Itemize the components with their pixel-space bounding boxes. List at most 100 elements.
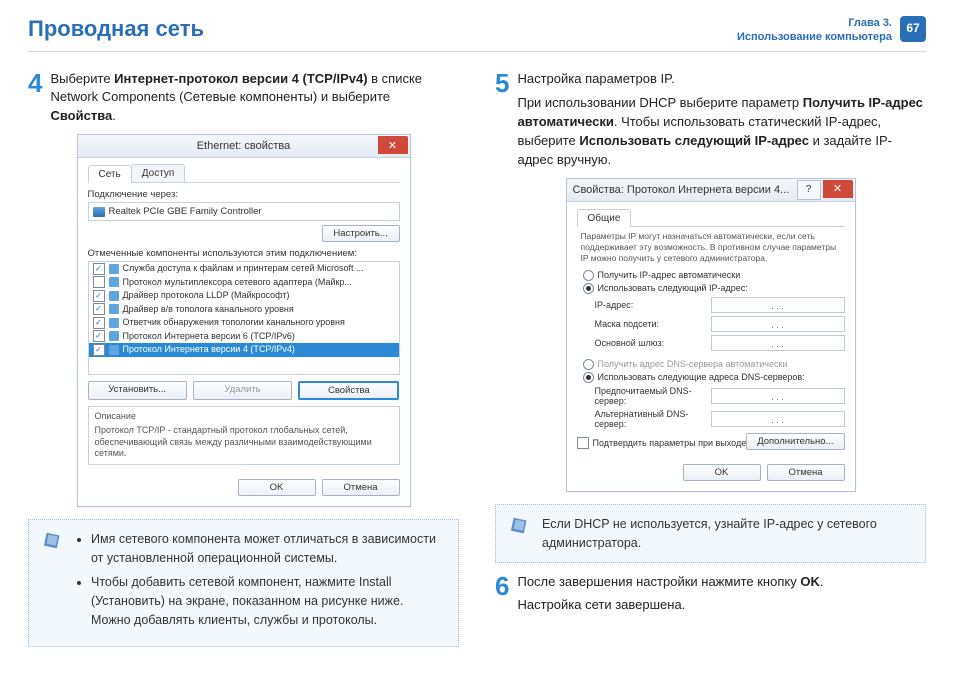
component-label: Протокол Интернета версии 6 (TCP/IPv6): [123, 330, 295, 344]
checkbox-icon[interactable]: [93, 290, 105, 302]
radio-use-ip[interactable]: [583, 283, 594, 294]
step-4-bold2: Свойства: [50, 108, 112, 123]
description-title: Описание: [95, 411, 393, 423]
step-6-text-b: .: [820, 574, 824, 589]
step-4-bold1: Интернет-протокол версии 4 (TCP/IPv4): [114, 71, 367, 86]
chapter-line1: Глава 3.: [737, 16, 892, 30]
list-item[interactable]: Протокол Интернета версии 6 (TCP/IPv6): [89, 330, 399, 344]
ipv4-close-icon[interactable]: ✕: [823, 180, 853, 198]
tabstrip: Сеть Доступ: [88, 164, 400, 183]
ipv4-ok-button[interactable]: OK: [683, 464, 761, 481]
remove-button[interactable]: Удалить: [193, 381, 292, 400]
ipv4-properties-dialog: Свойства: Протокол Интернета версии 4...…: [566, 178, 856, 492]
input-dns1[interactable]: . . .: [711, 388, 845, 404]
configure-button[interactable]: Настроить...: [322, 225, 400, 242]
label-mask: Маска подсети:: [595, 319, 705, 329]
component-icon: [109, 304, 119, 314]
radio-auto-dns[interactable]: [583, 359, 594, 370]
list-item[interactable]: Протокол Интернета версии 4 (TCP/IPv4): [89, 343, 399, 357]
component-label: Драйвер протокола LLDP (Майкрософт): [123, 289, 290, 303]
components-list[interactable]: Служба доступа к файлам и принтерам сете…: [88, 261, 400, 375]
help-icon[interactable]: ?: [797, 180, 821, 200]
chapter-line2: Использование компьютера: [737, 30, 892, 44]
checkbox-icon[interactable]: [93, 303, 105, 315]
step-4-text-c: .: [112, 108, 116, 123]
install-button[interactable]: Установить...: [88, 381, 187, 400]
note-right-text: Если DHCP не используется, узнайте IP-ад…: [542, 515, 911, 553]
checkbox-icon[interactable]: [93, 317, 105, 329]
input-gateway[interactable]: . . .: [711, 335, 845, 351]
component-label: Ответчик обнаружения топологии канальног…: [123, 316, 345, 330]
input-ipaddr[interactable]: . . .: [711, 297, 845, 313]
note-icon: [43, 530, 65, 552]
checkbox-icon[interactable]: [93, 276, 105, 288]
ok-button[interactable]: OK: [238, 479, 316, 496]
adapter-icon: [93, 207, 105, 217]
step-6-bold: OK: [800, 574, 820, 589]
input-dns2[interactable]: . . .: [711, 411, 845, 427]
step-4: 4 Выберите Интернет-протокол версии 4 (T…: [28, 70, 459, 127]
ethernet-properties-dialog: Ethernet: свойства ✕ Сеть Доступ Подключ…: [77, 134, 411, 507]
label-dns2: Альтернативный DNS-сервер:: [595, 409, 705, 429]
input-mask[interactable]: . . .: [711, 316, 845, 332]
checkbox-icon[interactable]: [93, 344, 105, 356]
step-5-text-a: При использовании DHCP выберите параметр: [517, 95, 802, 110]
description-text: Протокол TCP/IP - стандартный протокол г…: [95, 425, 393, 460]
step-5-number: 5: [495, 70, 509, 170]
step-6: 6 После завершения настройки нажмите кно…: [495, 573, 926, 615]
ipv4-cancel-button[interactable]: Отмена: [767, 464, 845, 481]
page-header: Проводная сеть Глава 3. Использование ко…: [28, 16, 926, 52]
component-icon: [109, 331, 119, 341]
component-label: Служба доступа к файлам и принтерам сете…: [123, 262, 364, 276]
ipv4-titlebar[interactable]: Свойства: Протокол Интернета версии 4...…: [567, 179, 855, 202]
dialog-title: Ethernet: свойства: [197, 140, 291, 152]
tab-access[interactable]: Доступ: [131, 164, 186, 182]
radio-auto-ip[interactable]: [583, 270, 594, 281]
checkbox-confirm-label: Подтвердить параметры при выходе: [593, 438, 747, 448]
radio-use-dns-label: Использовать следующие адреса DNS-сервер…: [598, 372, 805, 382]
note-bullets: Имя сетевого компонента может отличаться…: [75, 530, 444, 636]
connect-using-label: Подключение через:: [88, 189, 400, 200]
component-icon: [109, 318, 119, 328]
description-box: Описание Протокол TCP/IP - стандартный п…: [88, 406, 400, 465]
dialog-titlebar[interactable]: Ethernet: свойства ✕: [78, 135, 410, 158]
checkbox-icon[interactable]: [93, 330, 105, 342]
step-6-text-a: После завершения настройки нажмите кнопк…: [517, 574, 800, 589]
radio-use-dns[interactable]: [583, 372, 594, 383]
list-item[interactable]: Драйвер в/в тополога канального уровня: [89, 303, 399, 317]
step-6-line2: Настройка сети завершена.: [517, 596, 823, 615]
checkbox-confirm[interactable]: [577, 437, 589, 449]
step-5: 5 Настройка параметров IP. При использов…: [495, 70, 926, 170]
list-item[interactable]: Драйвер протокола LLDP (Майкрософт): [89, 289, 399, 303]
ipv4-dialog-title: Свойства: Протокол Интернета версии 4...: [573, 184, 790, 196]
close-icon[interactable]: ✕: [378, 136, 408, 154]
component-icon: [109, 277, 119, 287]
component-label: Протокол мультиплексора сетевого адаптер…: [123, 276, 352, 290]
tab-general[interactable]: Общие: [577, 209, 632, 227]
note-left: Имя сетевого компонента может отличаться…: [28, 519, 459, 647]
note-right: Если DHCP не используется, узнайте IP-ад…: [495, 504, 926, 564]
page-title: Проводная сеть: [28, 16, 204, 42]
step-4-text-a: Выберите: [50, 71, 114, 86]
tab-network[interactable]: Сеть: [88, 165, 132, 183]
step-6-body: После завершения настройки нажмите кнопк…: [517, 573, 823, 615]
note-bullet-2: Чтобы добавить сетевой компонент, нажмит…: [91, 573, 444, 629]
list-item[interactable]: Протокол мультиплексора сетевого адаптер…: [89, 276, 399, 290]
step-5-line1: Настройка параметров IP.: [517, 70, 926, 89]
list-item[interactable]: Служба доступа к файлам и принтерам сете…: [89, 262, 399, 276]
label-dns1: Предпочитаемый DNS-сервер:: [595, 386, 705, 406]
note-bullet-1: Имя сетевого компонента может отличаться…: [91, 530, 444, 568]
radio-auto-dns-label: Получить адрес DNS-сервера автоматически: [598, 359, 788, 369]
component-icon: [109, 264, 119, 274]
step-6-number: 6: [495, 573, 509, 615]
cancel-button[interactable]: Отмена: [322, 479, 400, 496]
radio-auto-ip-label: Получить IP-адрес автоматически: [598, 270, 741, 280]
properties-button[interactable]: Свойства: [298, 381, 399, 400]
list-item[interactable]: Ответчик обнаружения топологии канальног…: [89, 316, 399, 330]
checkbox-icon[interactable]: [93, 263, 105, 275]
component-label: Драйвер в/в тополога канального уровня: [123, 303, 294, 317]
component-icon: [109, 291, 119, 301]
page-number-badge: 67: [900, 16, 926, 42]
step-4-body: Выберите Интернет-протокол версии 4 (TCP…: [50, 70, 459, 127]
advanced-button[interactable]: Дополнительно...: [746, 433, 844, 450]
